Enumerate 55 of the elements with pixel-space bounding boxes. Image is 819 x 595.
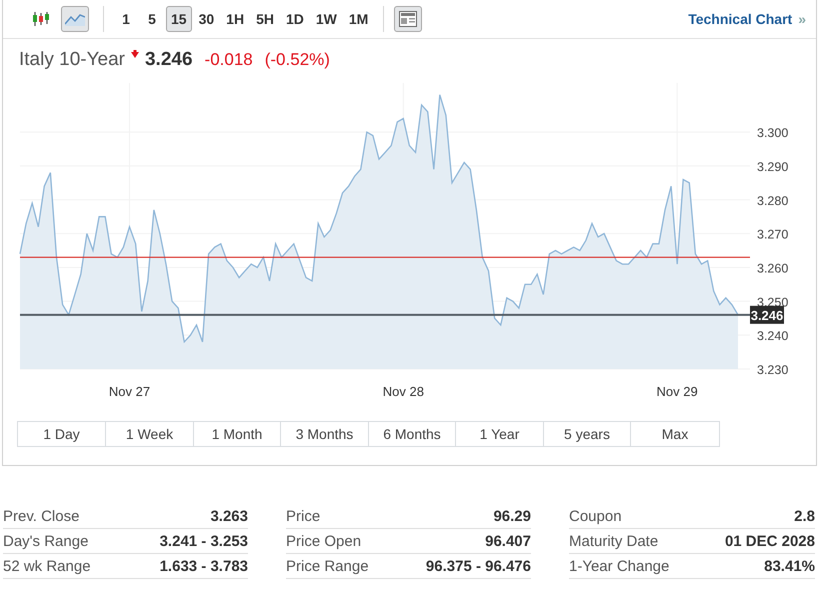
stat-value: 96.375 - 96.476 [426,558,531,574]
range-button[interactable]: 1 Month [193,421,281,447]
interval-button[interactable]: 5 [140,6,164,32]
layout-button[interactable] [394,6,422,32]
down-arrow-icon [130,50,139,58]
stat-label: Price Open [286,532,362,550]
axis-label: 3.300 [757,126,788,140]
axis-label: 3.290 [757,160,788,174]
instrument-name: Italy 10-Year [19,49,125,71]
interval-button[interactable]: 30 [194,6,220,32]
stat-label: Price Range [286,558,369,574]
candlestick-icon [32,11,50,27]
stat-value: 96.407 [485,532,531,550]
percent-change: (-0.52%) [264,50,330,70]
line-chart-icon [65,12,85,26]
range-button[interactable]: 5 years [543,421,631,447]
interval-button[interactable]: 5H [251,6,279,32]
last-price: 3.246 [144,49,193,71]
range-button[interactable]: 3 Months [280,421,369,447]
stat-value: 1.633 - 3.783 [160,558,248,574]
interval-button[interactable]: 1W [310,6,342,32]
axis-label: 3.240 [757,329,788,344]
stat-label: Price [286,508,320,524]
stat-value: 3.263 [210,508,248,524]
axis-label: 3.230 [757,363,788,377]
stat-label: Coupon [569,508,622,524]
interval-button[interactable]: 1 [114,6,138,32]
stat-value: 96.29 [493,508,531,524]
stat-label: 1-Year Change [569,558,670,574]
price-tag: 3.246 [750,306,784,324]
stat-value: 01 DEC 2028 [724,532,815,550]
stat-label: 52 wk Range [3,558,91,574]
stat-label: Prev. Close [3,508,80,524]
axis-label: Nov 28 [382,384,424,399]
stat-label: Day's Range [3,532,88,550]
axis-label: Nov 29 [656,384,698,399]
axis-label: 3.260 [757,261,788,276]
axis-label: Nov 27 [108,384,150,399]
stat-value: 2.8 [794,508,815,524]
range-button[interactable]: 1 Year [455,421,544,447]
range-button[interactable]: 1 Week [105,421,194,447]
interval-button[interactable]: 1H [221,6,250,32]
axis-label: 3.280 [757,194,788,208]
stat-value: 3.241 - 3.253 [160,532,248,550]
interval-button[interactable]: 1D [280,6,309,32]
range-button[interactable]: Max [630,421,720,447]
technical-chart-link[interactable]: Technical Chart » [688,11,806,27]
stat-value: 83.41% [764,558,815,574]
stat-label: Maturity Date [569,532,658,550]
axis-label: 3.270 [757,228,788,242]
interval-button[interactable]: 1M [344,6,374,32]
interval-button[interactable]: 15 [166,6,192,32]
range-button[interactable]: 1 Day [17,421,106,447]
price-change: -0.018 [204,50,253,70]
range-button[interactable]: 6 Months [368,421,456,447]
